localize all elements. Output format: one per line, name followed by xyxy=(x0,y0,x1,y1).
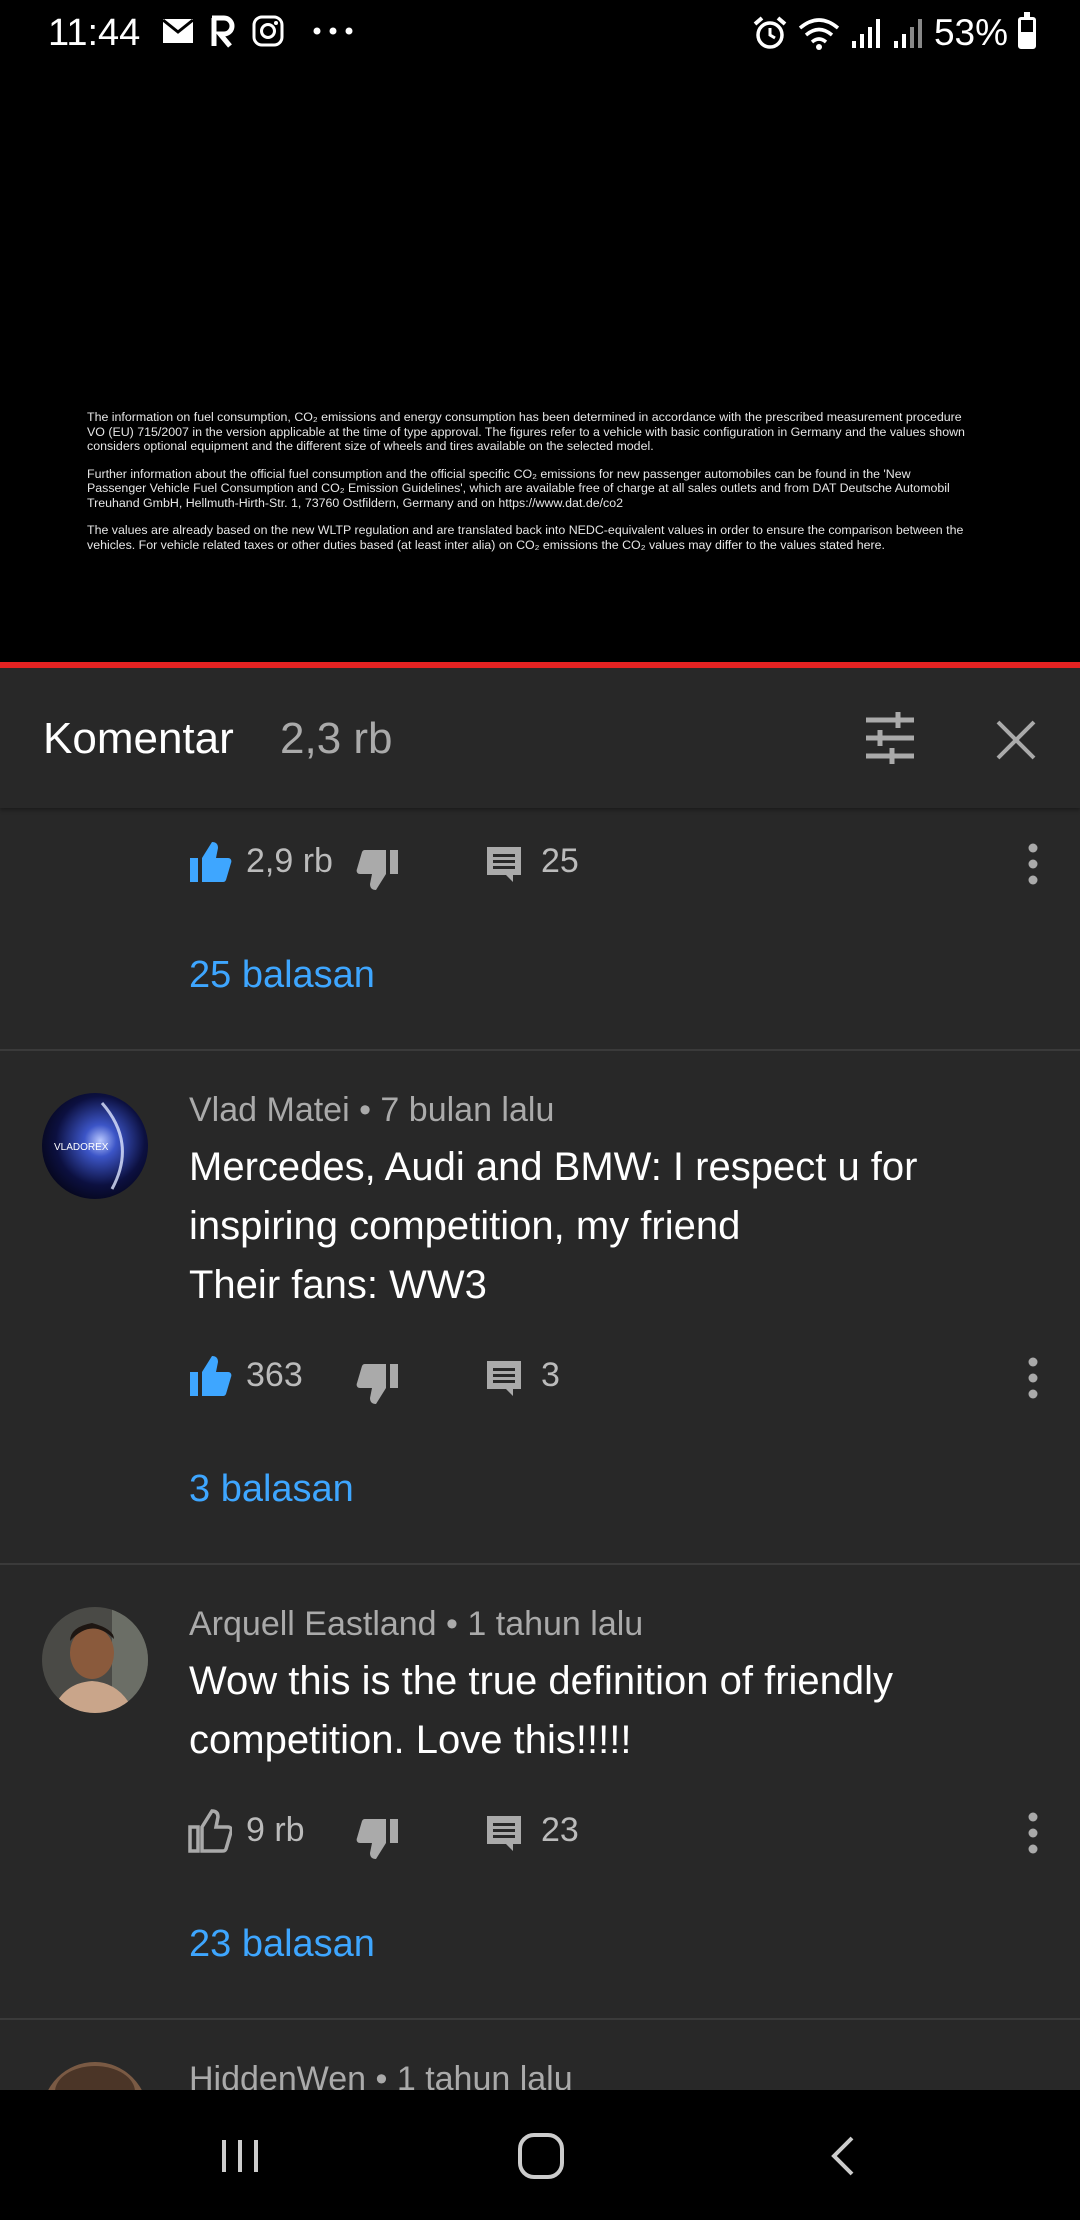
status-time: 11:44 xyxy=(48,12,141,54)
view-replies-link[interactable]: 25 balasan xyxy=(189,954,375,997)
comment-line: competition. Love this!!!!! xyxy=(189,1718,632,1762)
more-options-icon[interactable] xyxy=(1018,840,1048,888)
reply-icon[interactable] xyxy=(484,844,524,884)
disclaimer-paragraph: Further information about the official f… xyxy=(87,466,950,510)
signal-icon xyxy=(893,19,922,48)
dislike-icon[interactable] xyxy=(356,1362,400,1406)
more-options-icon[interactable] xyxy=(1018,1354,1048,1402)
status-bar: 11:44 53% xyxy=(0,0,1080,66)
comment-text: Wow this is the true definition of frien… xyxy=(189,1652,1019,1770)
comment-text: Mercedes, Audi and BMW: I respect u for … xyxy=(189,1138,1019,1315)
view-replies-link[interactable]: 23 balasan xyxy=(189,1923,375,1966)
reply-icon[interactable] xyxy=(484,1358,524,1398)
avatar-logo-text: VLADOREX xyxy=(54,1142,109,1153)
reply-count: 25 xyxy=(541,842,579,880)
recent-apps-icon[interactable] xyxy=(210,2126,270,2186)
comments-panel: Komentar 2,3 rb 2,9 rb 25 25 balasan VLA… xyxy=(0,668,1080,2090)
reply-count: 23 xyxy=(541,1811,579,1849)
comment-divider xyxy=(0,1563,1080,1565)
mail-icon xyxy=(162,18,194,43)
system-navigation-bar xyxy=(0,2090,1080,2220)
avatar[interactable] xyxy=(42,2062,148,2090)
alarm-icon xyxy=(753,16,787,49)
battery-icon xyxy=(1018,12,1036,49)
comment-actions: 363 3 xyxy=(0,1348,1080,1408)
comment-divider xyxy=(0,2018,1080,2020)
disclaimer-paragraph: The information on fuel consumption, CO₂… xyxy=(87,410,965,453)
system-icons: 53% xyxy=(752,12,1036,54)
view-replies-link[interactable]: 3 balasan xyxy=(189,1468,354,1511)
comment-line: Wow this is the true definition of frien… xyxy=(189,1659,894,1703)
comment-divider xyxy=(0,1049,1080,1051)
battery-percentage: 53% xyxy=(933,12,1008,53)
dislike-icon[interactable] xyxy=(356,848,400,892)
comment-line: Their fans: WW3 xyxy=(189,1263,487,1307)
avatar-image xyxy=(42,1607,148,1713)
avatar-image xyxy=(42,2062,148,2090)
back-icon[interactable] xyxy=(814,2126,874,2186)
video-disclaimer-text: The information on fuel consumption, CO₂… xyxy=(87,410,967,565)
comment-line: Mercedes, Audi and BMW: I respect u for xyxy=(189,1145,918,1189)
comment-actions: 9 rb 23 xyxy=(0,1803,1080,1863)
app-icon xyxy=(211,15,235,48)
signal-icon xyxy=(851,19,880,48)
comment-actions: 2,9 rb 25 xyxy=(0,834,1080,894)
dislike-icon[interactable] xyxy=(356,1817,400,1861)
video-player[interactable]: The information on fuel consumption, CO₂… xyxy=(0,66,1080,664)
reply-count: 3 xyxy=(541,1356,560,1394)
like-icon[interactable] xyxy=(188,1354,232,1398)
more-options-icon[interactable] xyxy=(1018,1809,1048,1857)
more-dots-icon xyxy=(313,27,353,35)
avatar-image: VLADOREX xyxy=(42,1093,148,1199)
reply-icon[interactable] xyxy=(484,1813,524,1853)
like-icon[interactable] xyxy=(188,1809,232,1853)
comments-header: Komentar 2,3 rb xyxy=(0,668,1080,808)
comment-meta: Vlad Matei • 7 bulan lalu xyxy=(189,1091,555,1129)
like-count: 363 xyxy=(246,1356,303,1394)
comment-meta: Arquell Eastland • 1 tahun lalu xyxy=(189,1605,644,1643)
home-icon[interactable] xyxy=(511,2126,571,2186)
disclaimer-paragraph: The values are already based on the new … xyxy=(87,523,964,552)
comment-meta: HiddenWen • 1 tahun lalu xyxy=(189,2060,573,2090)
avatar[interactable]: VLADOREX xyxy=(42,1093,148,1199)
sort-filter-icon[interactable] xyxy=(864,712,916,764)
notification-icons xyxy=(162,14,354,48)
wifi-icon xyxy=(798,18,840,50)
like-count: 9 rb xyxy=(246,1811,305,1849)
comment-line: inspiring competition, my friend xyxy=(189,1204,741,1248)
comments-count: 2,3 rb xyxy=(280,714,393,763)
comments-title: Komentar xyxy=(43,714,234,763)
avatar[interactable] xyxy=(42,1607,148,1713)
close-icon[interactable] xyxy=(994,718,1038,762)
like-count: 2,9 rb xyxy=(246,842,333,880)
instagram-icon xyxy=(252,15,284,47)
like-icon[interactable] xyxy=(188,840,232,884)
